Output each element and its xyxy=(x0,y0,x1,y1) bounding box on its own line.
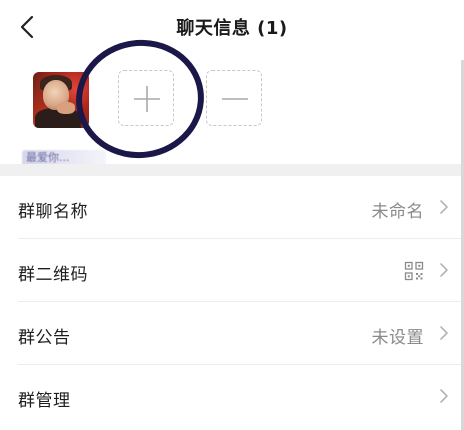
minus-icon xyxy=(222,98,248,100)
row-value: 未命名 xyxy=(371,202,424,222)
row-group-name[interactable]: 群聊名称 未命名 xyxy=(0,176,464,239)
member-grid: 最爱你... xyxy=(0,54,464,166)
row-group-management[interactable]: 群管理 xyxy=(0,365,464,428)
row-group-announcement[interactable]: 群公告 未设置 xyxy=(0,302,464,365)
row-label: 群公告 xyxy=(18,328,71,348)
header: 聊天信息 (1) xyxy=(0,0,464,54)
settings-list: 群聊名称 未命名 群二维码 群公告 未设置 群管理 xyxy=(0,176,464,428)
section-divider xyxy=(0,164,464,176)
remove-member-button[interactable] xyxy=(206,70,262,126)
row-label: 群管理 xyxy=(18,391,71,411)
chat-info-page: 聊天信息 (1) 最爱你... 群聊名称 未命名 群二维码 群公告 未设置 群管… xyxy=(0,0,464,430)
chevron-right-icon xyxy=(440,263,448,277)
row-value: 未设置 xyxy=(371,328,424,348)
row-label: 群聊名称 xyxy=(18,202,88,222)
chevron-right-icon xyxy=(440,326,448,340)
qr-code-icon xyxy=(404,261,424,281)
row-group-qr-code[interactable]: 群二维码 xyxy=(0,239,464,302)
chevron-right-icon xyxy=(440,389,448,403)
row-label: 群二维码 xyxy=(18,265,88,285)
page-title: 聊天信息 (1) xyxy=(176,18,288,39)
chevron-right-icon xyxy=(440,200,448,214)
